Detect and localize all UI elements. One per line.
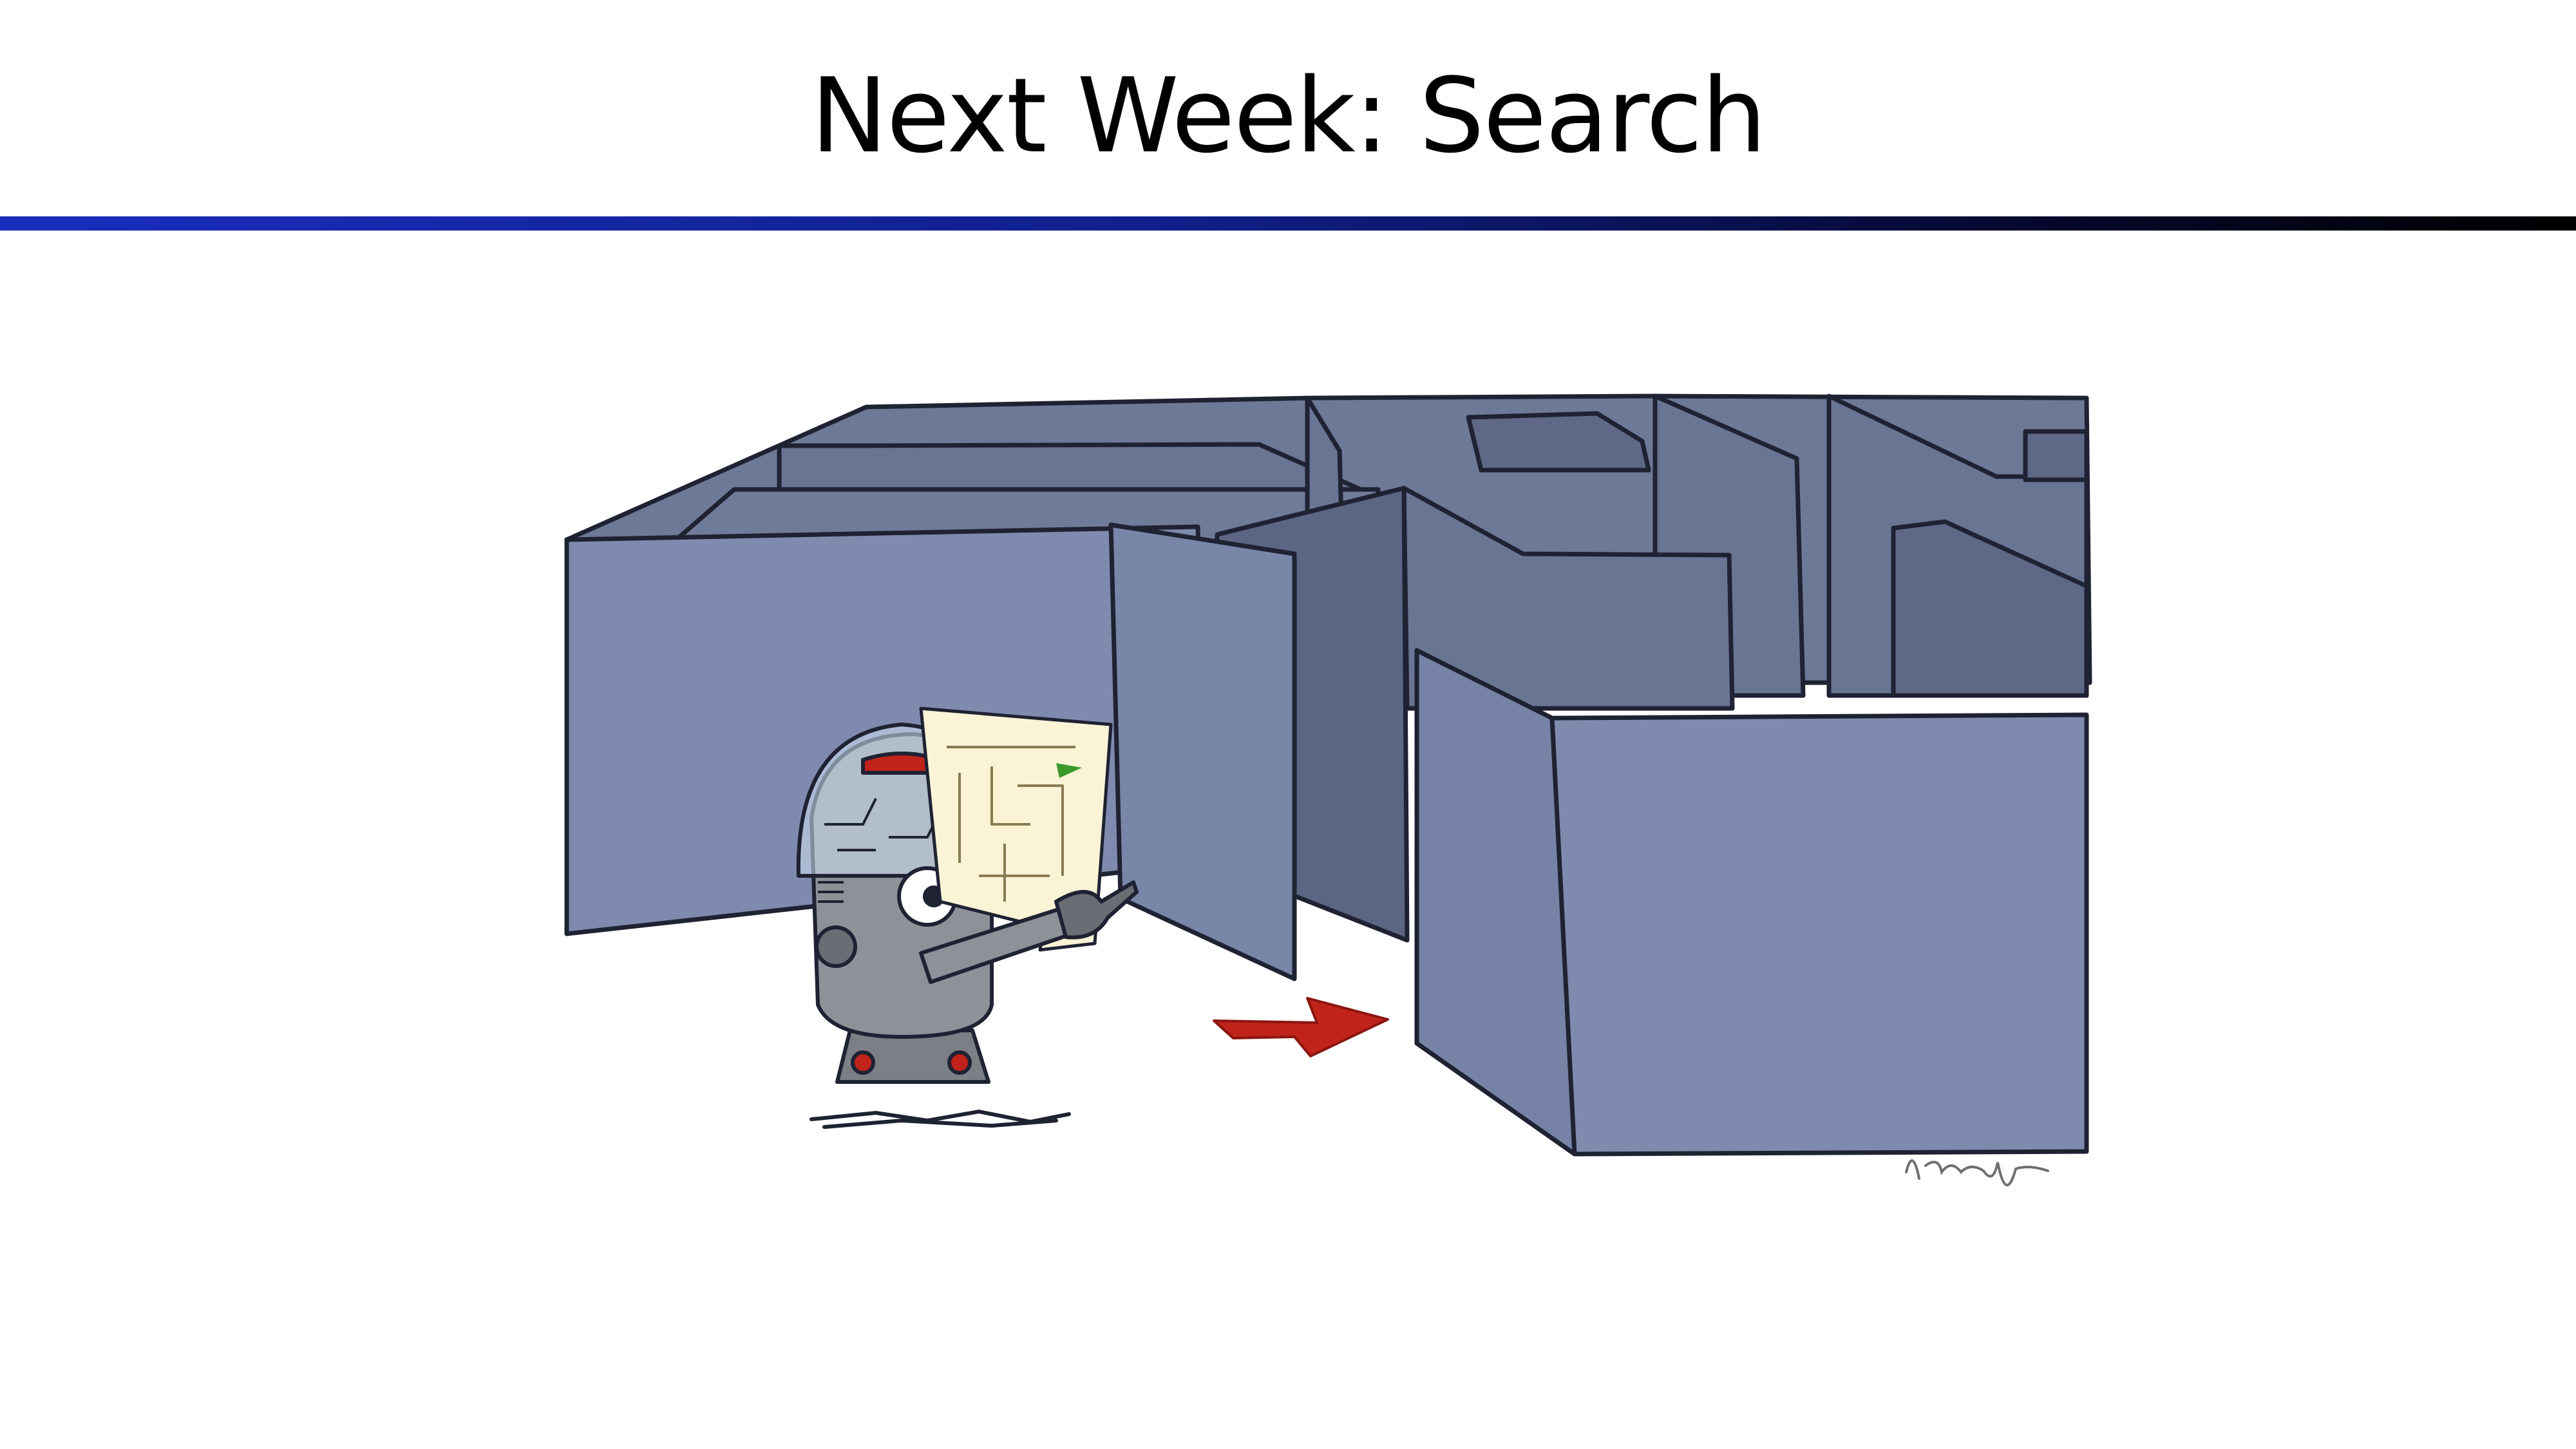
maze-left-wall-end [1108,522,1297,981]
maze-right-block-side [1414,648,1577,1157]
robot-base-light-right [947,1050,972,1075]
slide-title: Next Week: Search [810,55,1766,176]
robot-shadow [810,1109,1071,1129]
maze-inner-block-2 [2023,429,2089,482]
artist-signature [1905,1159,2049,1186]
maze-illustration [541,374,2099,1224]
title-rule [0,216,2576,231]
floor-arrow [1213,997,1389,1057]
robot-ear [815,925,857,968]
slide: Next Week: Search [0,0,2576,1449]
maze-drawing [564,393,2092,1186]
robot-base-light-left [851,1050,875,1075]
